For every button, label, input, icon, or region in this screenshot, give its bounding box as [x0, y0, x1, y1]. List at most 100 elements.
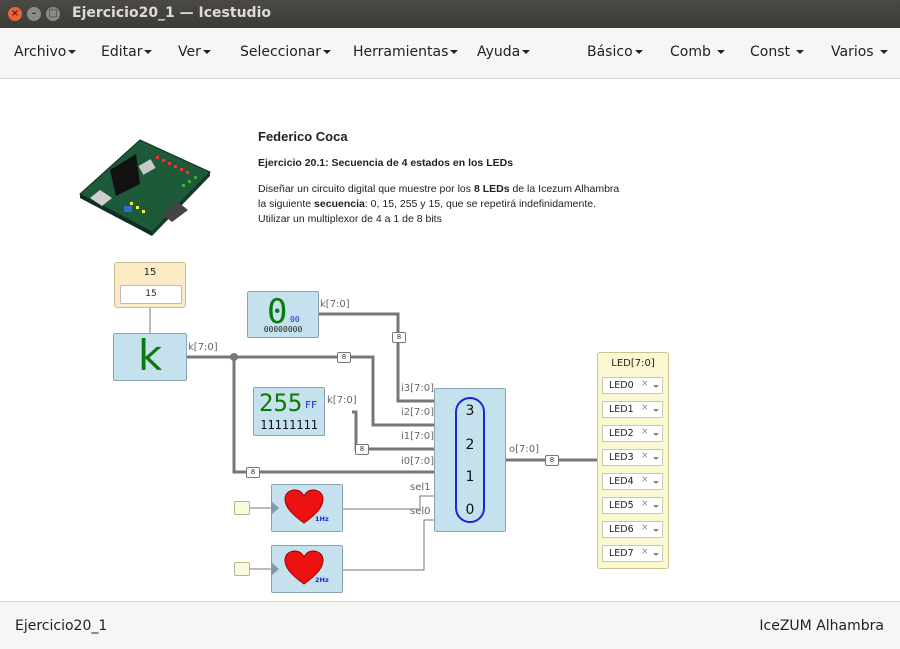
clock-edge-icon	[271, 501, 279, 515]
remove-icon[interactable]: ×	[641, 547, 649, 557]
mux-input-i0-label: i0[7:0]	[401, 456, 435, 467]
project-name: Ejercicio20_1	[15, 618, 108, 634]
dropdown-arrow-icon	[653, 505, 659, 508]
exercise-title: Ejercicio 20.1: Secuencia de 4 estados e…	[258, 157, 514, 169]
constant-0-block[interactable]: 0 00 00000000	[247, 291, 319, 338]
bus-width-badge: 8	[337, 352, 351, 363]
caret-down-icon	[68, 50, 77, 54]
clock-input-port[interactable]	[234, 501, 250, 515]
caret-down-icon	[796, 50, 805, 54]
mux-state-3: 3	[465, 403, 475, 419]
clock-2hz-label: 2Hz	[315, 576, 329, 584]
window-title: Ejercicio20_1 — Icestudio	[72, 5, 271, 21]
wire-label: k[7:0]	[188, 342, 218, 353]
description-panel: Federico Coca Ejercicio 20.1: Secuencia …	[258, 129, 619, 227]
mux-input-sel0-label: sel0	[410, 506, 431, 517]
led-select-led5[interactable]: LED5 ×	[602, 497, 663, 514]
caret-down-icon	[634, 50, 643, 54]
constant-255-value: 255	[259, 389, 303, 417]
menu-archivo[interactable]: Archivo	[14, 44, 77, 60]
menu-seleccionar[interactable]: Seleccionar	[240, 44, 332, 60]
title-bar: × – □ Ejercicio20_1 — Icestudio	[0, 0, 900, 28]
led-select-led6[interactable]: LED6 ×	[602, 521, 663, 538]
caret-down-icon	[880, 50, 889, 54]
led-select-led3[interactable]: LED3 ×	[602, 449, 663, 466]
caret-down-icon	[144, 50, 153, 54]
author-name: Federico Coca	[258, 129, 348, 144]
constant-k-block[interactable]: k	[113, 331, 187, 381]
menu-varios[interactable]: Varios	[831, 44, 889, 60]
wire-label: k[7:0]	[327, 395, 357, 406]
menu-editar[interactable]: Editar	[101, 44, 153, 60]
mux-output-label: o[7:0]	[509, 444, 540, 455]
remove-icon[interactable]: ×	[641, 499, 649, 509]
maximize-window-icon[interactable]: □	[46, 7, 60, 21]
constant-k-symbol: k	[137, 331, 163, 380]
remove-icon[interactable]: ×	[641, 475, 649, 485]
remove-icon[interactable]: ×	[641, 427, 649, 437]
board-name[interactable]: IceZUM Alhambra	[759, 618, 884, 634]
caret-down-icon	[450, 50, 459, 54]
constant-255-binary: 11111111	[260, 418, 318, 432]
status-bar: Ejercicio20_1 IceZUM Alhambra	[0, 601, 900, 649]
remove-icon[interactable]: ×	[641, 403, 649, 413]
dropdown-arrow-icon	[653, 433, 659, 436]
led-output-title: LED[7:0]	[611, 358, 655, 369]
description-line-2: la siguiente secuencia: 0, 15, 255 y 15,…	[258, 198, 596, 210]
constant-255-hex: FF	[305, 400, 318, 411]
constant-0-hex: 00	[290, 315, 300, 324]
menu-basico[interactable]: Básico	[587, 44, 643, 60]
mux-state-2: 2	[465, 437, 475, 453]
description-line-1: Diseñar un circuito digital que muestre …	[258, 183, 620, 195]
heartbeat-2hz-block[interactable]: 2Hz	[271, 545, 343, 593]
dropdown-arrow-icon	[653, 385, 659, 388]
constant-255-block[interactable]: 255 FF 11111111	[253, 387, 325, 436]
bus-width-badge: 8	[246, 467, 260, 478]
menu-ver[interactable]: Ver	[178, 44, 211, 60]
parameter-block[interactable]: 15 15	[114, 262, 186, 308]
dropdown-arrow-icon	[653, 529, 659, 532]
dropdown-arrow-icon	[653, 481, 659, 484]
mux-input-i3-label: i3[7:0]	[401, 383, 435, 394]
caret-down-icon	[202, 50, 211, 54]
constant-0-binary: 00000000	[263, 325, 303, 334]
caret-down-icon	[522, 50, 531, 54]
menu-herramientas[interactable]: Herramientas	[353, 44, 459, 60]
close-window-icon[interactable]: ×	[8, 7, 22, 21]
mux-input-sel1-label: sel1	[410, 482, 431, 493]
dropdown-arrow-icon	[653, 409, 659, 412]
caret-down-icon	[323, 50, 332, 54]
mux-input-i1-label: i1[7:0]	[401, 431, 435, 442]
caret-down-icon	[717, 50, 726, 54]
mux-state-1: 1	[465, 469, 475, 485]
clock-edge-icon	[271, 562, 279, 576]
led-select-led2[interactable]: LED2 ×	[602, 425, 663, 442]
menu-const[interactable]: Const	[750, 44, 805, 60]
remove-icon[interactable]: ×	[641, 379, 649, 389]
bus-width-badge: 8	[392, 332, 406, 343]
clock-input-port[interactable]	[234, 562, 250, 576]
parameter-value-input[interactable]: 15	[120, 285, 182, 304]
menu-comb[interactable]: Comb	[670, 44, 726, 60]
bus-width-badge: 8	[545, 455, 559, 466]
clock-1hz-label: 1Hz	[315, 515, 329, 523]
multiplexer-block[interactable]: 3 2 1 0	[434, 388, 506, 532]
led-select-led7[interactable]: LED7 ×	[602, 545, 663, 562]
description-line-3: Utilizar un multiplexor de 4 a 1 de 8 bi…	[258, 213, 442, 225]
menu-bar: Archivo Editar Ver Seleccionar Herramien…	[0, 28, 900, 79]
led-select-led4[interactable]: LED4 ×	[602, 473, 663, 490]
mux-input-i2-label: i2[7:0]	[401, 407, 435, 418]
mux-state-0: 0	[465, 502, 475, 518]
parameter-label: 15	[143, 267, 157, 278]
remove-icon[interactable]: ×	[641, 451, 649, 461]
menu-ayuda[interactable]: Ayuda	[477, 44, 531, 60]
dropdown-arrow-icon	[653, 457, 659, 460]
led-select-led1[interactable]: LED1 ×	[602, 401, 663, 418]
dropdown-arrow-icon	[653, 553, 659, 556]
minimize-window-icon[interactable]: –	[27, 7, 41, 21]
remove-icon[interactable]: ×	[641, 523, 649, 533]
led-select-led0[interactable]: LED0 ×	[602, 377, 663, 394]
bus-width-badge: 8	[355, 444, 369, 455]
heartbeat-1hz-block[interactable]: 1Hz	[271, 484, 343, 532]
wire-label: k[7:0]	[320, 299, 350, 310]
